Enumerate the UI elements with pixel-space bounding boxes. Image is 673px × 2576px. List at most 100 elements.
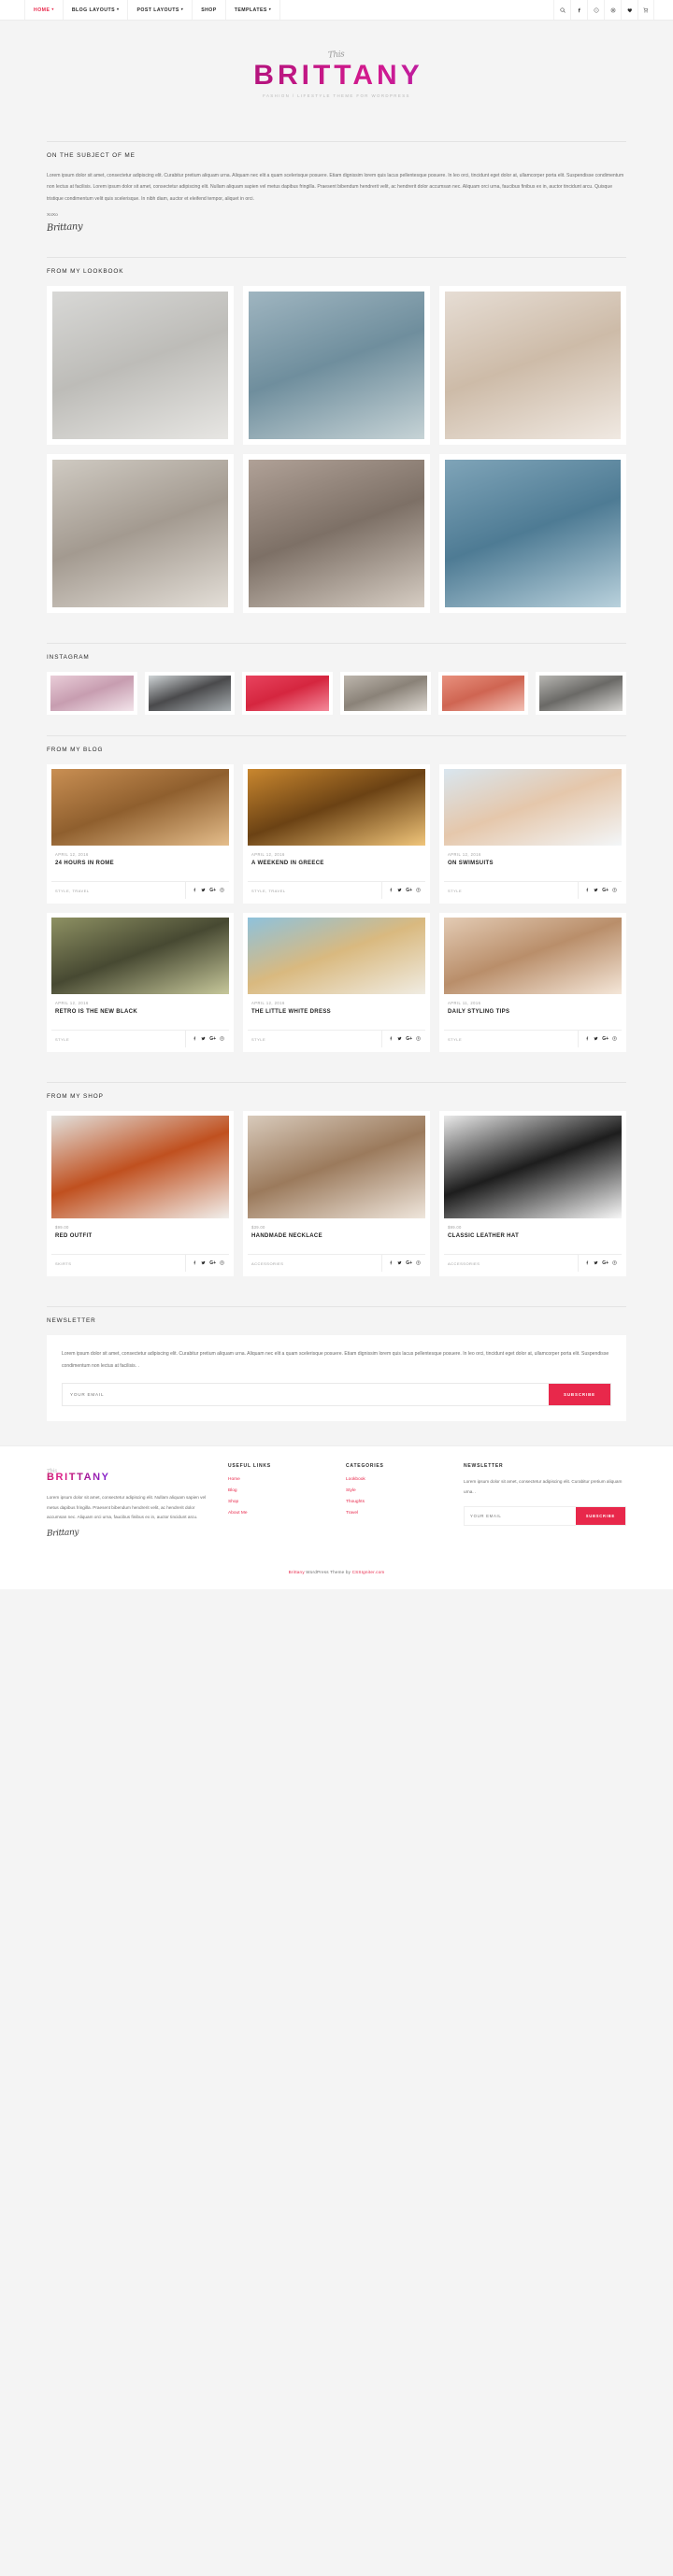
blog-post-title[interactable]: ON SWIMSUITS [448,861,618,866]
lookbook-card[interactable] [439,454,626,614]
instagram-photo-5[interactable] [441,676,525,712]
google-plus-icon[interactable]: G+ [406,1036,412,1042]
footer-newsletter-email-input[interactable] [465,1507,576,1526]
blog-post-categories[interactable]: STYLE [248,1031,381,1047]
facebook-icon[interactable] [585,1036,590,1042]
blog-post-categories[interactable]: STYLE [444,882,578,899]
twitter-icon[interactable] [594,1260,598,1266]
blog-post-thumbnail[interactable] [51,769,229,847]
blog-post-thumbnail[interactable] [248,918,425,995]
facebook-icon[interactable] [389,1260,394,1266]
facebook-icon[interactable] [570,0,587,20]
instagram-photo-2[interactable] [148,676,232,712]
blog-post-card[interactable]: APRIL 11, 2016 DAILY STYLING TIPS STYLE G+ [439,913,626,1053]
facebook-icon[interactable] [585,1260,590,1266]
twitter-icon[interactable] [201,1260,206,1266]
product-card[interactable]: $99.00 RED OUTFIT SKIRTS G+ [47,1111,234,1277]
pinterest-icon[interactable] [220,1260,224,1266]
pinterest-icon[interactable] [416,888,421,893]
lookbook-card[interactable] [243,454,430,614]
footer-link-about-me[interactable]: About Me [228,1511,329,1516]
twitter-icon[interactable] [594,888,598,893]
twitter-icon[interactable]: t [587,0,604,20]
footer-category-travel[interactable]: Travel [346,1511,447,1516]
pinterest-icon[interactable] [416,1036,421,1042]
google-plus-icon[interactable]: G+ [602,1260,609,1266]
blog-post-card[interactable]: APRIL 12, 2016 A WEEKEND IN GREECE STYLE, … [243,764,430,904]
instagram-photo-1[interactable] [50,676,134,712]
twitter-icon[interactable] [397,1036,402,1042]
pinterest-icon[interactable] [612,888,617,893]
google-plus-icon[interactable]: G+ [602,1036,609,1042]
blog-post-title[interactable]: DAILY STYLING TIPS [448,1009,618,1015]
nav-item-blog-layouts[interactable]: BLOG LAYOUTS ▾ [62,0,128,20]
instagram-card[interactable] [242,672,334,716]
product-categories[interactable]: ACCESSORIES [248,1255,381,1272]
footer-link-home[interactable]: Home [228,1477,329,1482]
blog-post-title[interactable]: THE LITTLE WHITE DRESS [251,1009,422,1015]
lookbook-card[interactable] [243,286,430,446]
twitter-icon[interactable] [201,888,206,893]
search-icon[interactable] [553,0,570,20]
blog-post-thumbnail[interactable] [248,769,425,847]
facebook-icon[interactable] [193,1036,197,1042]
product-card[interactable]: $99.00 CLASSIC LEATHER HAT ACCESSORIES G+ [439,1111,626,1277]
blog-post-card[interactable]: APRIL 12, 2016 24 HOURS IN ROME STYLE, TRA… [47,764,234,904]
lookbook-card[interactable] [47,454,234,614]
google-plus-icon[interactable]: G+ [209,888,216,893]
product-title[interactable]: RED OUTFIT [55,1233,225,1239]
instagram-card[interactable] [144,672,236,716]
instagram-icon[interactable] [604,0,621,20]
blog-post-card[interactable]: APRIL 12, 2016 ON SWIMSUITS STYLE G+ [439,764,626,904]
pinterest-icon[interactable] [220,1036,224,1042]
blog-post-thumbnail[interactable] [444,918,622,995]
blog-post-thumbnail[interactable] [51,918,229,995]
site-logo[interactable]: This BRITTANY FASHION / LIFESTYLE THEME … [0,21,673,126]
facebook-icon[interactable] [585,888,590,893]
newsletter-email-input[interactable] [63,1383,550,1405]
blog-post-card[interactable]: APRIL 12, 2016 THE LITTLE WHITE DRESS STYL… [243,913,430,1053]
facebook-icon[interactable] [389,888,394,893]
pinterest-icon[interactable] [612,1260,617,1266]
blog-post-title[interactable]: 24 HOURS IN ROME [55,861,225,866]
instagram-card[interactable] [340,672,431,716]
twitter-icon[interactable] [594,1036,598,1042]
product-card[interactable]: $39.00 HANDMADE NECKLACE ACCESSORIES G+ [243,1111,430,1277]
instagram-photo-3[interactable] [246,676,330,712]
facebook-icon[interactable] [193,1260,197,1266]
twitter-icon[interactable] [397,888,402,893]
nav-item-post-layouts[interactable]: POST LAYOUTS ▾ [127,0,192,20]
product-image[interactable] [444,1116,622,1219]
lookbook-card[interactable] [439,286,626,446]
google-plus-icon[interactable]: G+ [209,1260,216,1266]
lookbook-card[interactable] [47,286,234,446]
newsletter-subscribe-button[interactable]: SUBSCRIBE [549,1383,610,1405]
google-plus-icon[interactable]: G+ [209,1036,216,1042]
pinterest-icon[interactable] [220,888,224,893]
google-plus-icon[interactable]: G+ [406,888,412,893]
copyright-author-link[interactable]: CSSIgniter.com [352,1570,385,1574]
instagram-photo-6[interactable] [539,676,623,712]
facebook-icon[interactable] [389,1036,394,1042]
footer-link-blog[interactable]: Blog [228,1488,329,1493]
instagram-photo-4[interactable] [344,676,427,712]
pinterest-icon[interactable] [612,1036,617,1042]
lookbook-photo-3[interactable] [445,292,621,440]
twitter-icon[interactable] [201,1036,206,1042]
google-plus-icon[interactable]: G+ [406,1260,412,1266]
footer-category-style[interactable]: Style [346,1488,447,1493]
instagram-card[interactable] [536,672,627,716]
footer-category-thoughts[interactable]: Thoughts [346,1500,447,1504]
twitter-icon[interactable] [397,1260,402,1266]
lookbook-photo-2[interactable] [249,292,424,440]
lookbook-photo-1[interactable] [52,292,228,440]
footer-link-shop[interactable]: Shop [228,1500,329,1504]
heart-icon[interactable] [621,0,637,20]
instagram-card[interactable] [47,672,137,716]
nav-item-templates[interactable]: TEMPLATES ▾ [224,0,281,20]
blog-post-title[interactable]: A WEEKEND IN GREECE [251,861,422,866]
blog-post-categories[interactable]: STYLE, TRAVEL [248,882,381,899]
instagram-card[interactable] [437,672,529,716]
product-image[interactable] [51,1116,229,1219]
facebook-icon[interactable] [193,888,197,893]
